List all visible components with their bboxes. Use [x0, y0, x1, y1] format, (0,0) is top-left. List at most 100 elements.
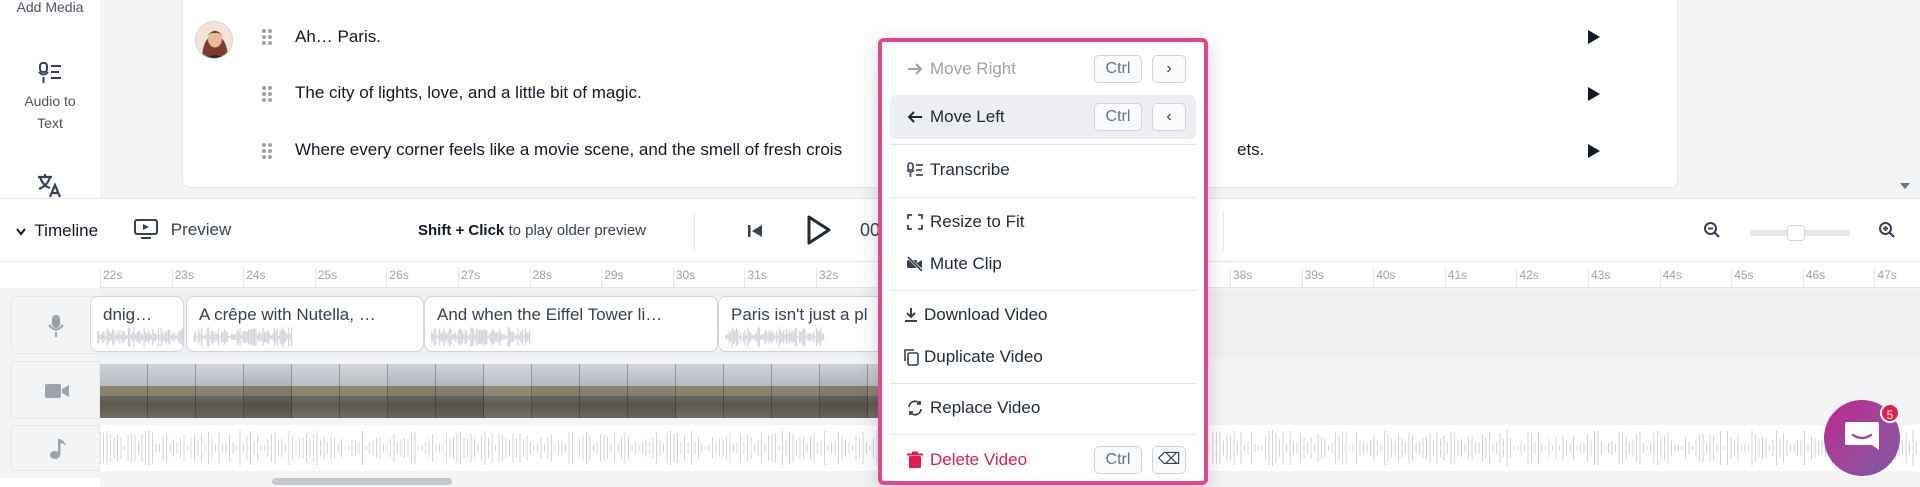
- zoom-slider-handle[interactable]: [1786, 225, 1805, 241]
- waveform: [431, 327, 531, 347]
- zoom-in-icon[interactable]: [1878, 221, 1896, 239]
- video-frame-thumbnail: [484, 364, 532, 418]
- menu-item-move-left[interactable]: Move Left Ctrl ‹: [890, 95, 1196, 139]
- shortcut-key: ›: [1152, 55, 1186, 83]
- waveform: [725, 327, 825, 347]
- subtitle-clip-text: And when the Eiffel Tower li…: [437, 305, 663, 324]
- ruler-tick: 41s: [1444, 268, 1467, 288]
- video-frame-thumbnail: [244, 364, 292, 418]
- play-icon[interactable]: [1587, 143, 1601, 159]
- menu-item-duplicate-video[interactable]: Duplicate Video: [890, 335, 1196, 379]
- mute-icon: [906, 255, 924, 273]
- menu-item-transcribe[interactable]: Transcribe: [890, 148, 1196, 192]
- ruler-tick: 42s: [1516, 268, 1539, 288]
- chevron-down-icon: [16, 228, 26, 236]
- menu-item-move-right[interactable]: Move Right Ctrl ›: [890, 47, 1196, 91]
- drag-handle-icon[interactable]: [261, 142, 273, 160]
- drag-handle-icon[interactable]: [261, 85, 273, 103]
- ruler-tick: 22s: [100, 268, 122, 288]
- subtitle-clip[interactable]: Paris isn't just a pl: [718, 296, 888, 352]
- ruler-tick: 23s: [171, 268, 194, 288]
- trash-icon: [907, 451, 923, 468]
- sidebar-item-translate[interactable]: [0, 172, 100, 198]
- menu-item-label: Replace Video: [930, 398, 1041, 417]
- audio-to-text-icon: [38, 62, 61, 83]
- script-row-text: Ah… Paris.: [295, 27, 381, 46]
- duplicate-icon: [904, 349, 919, 366]
- menu-item-replace-video[interactable]: Replace Video: [890, 386, 1196, 430]
- menu-divider: [890, 434, 1196, 435]
- menu-item-label: Delete Video: [930, 450, 1028, 469]
- preview-icon: [134, 219, 158, 239]
- video-frame-thumbnail: [724, 364, 772, 418]
- menu-item-label: Transcribe: [930, 160, 1010, 179]
- arrow-right-icon: [908, 63, 923, 75]
- video-frame-thumbnail: [388, 364, 436, 418]
- play-pause-icon[interactable]: [806, 215, 832, 245]
- play-icon[interactable]: [1587, 86, 1601, 102]
- arrow-left-icon: [907, 111, 922, 123]
- menu-divider: [890, 383, 1196, 384]
- waveform: [193, 327, 293, 347]
- preview-label: Preview: [170, 220, 232, 239]
- script-row-text: The city of lights, love, and a little b…: [295, 83, 642, 102]
- ruler-tick: 29s: [601, 268, 624, 288]
- preview-hint: Shift + Click to play older preview: [418, 222, 646, 239]
- subtitle-clip-text: Paris isn't just a pl: [731, 305, 868, 324]
- script-row-text-trailing: ets.: [1237, 140, 1265, 159]
- video-frame-thumbnail: [148, 364, 196, 418]
- microphone-icon: [48, 315, 64, 337]
- ruler-tick: 24s: [243, 268, 266, 288]
- scroll-down-icon[interactable]: [1900, 182, 1910, 190]
- editor-page: Add Media Audio to Text Ah… Paris. The c…: [0, 0, 1920, 487]
- video-clip-thumbnails[interactable]: [100, 364, 880, 418]
- menu-divider: [890, 197, 1196, 198]
- music-track-label: [10, 425, 100, 471]
- ruler-tick: 45s: [1731, 268, 1754, 288]
- resize-icon: [907, 214, 923, 230]
- video-track-label: [10, 361, 100, 419]
- drag-handle-icon[interactable]: [261, 28, 273, 46]
- ruler-tick: 26s: [386, 268, 409, 288]
- play-icon[interactable]: [1587, 29, 1601, 45]
- ruler-tick: 43s: [1588, 268, 1610, 288]
- horizontal-scrollbar-thumb[interactable]: [272, 478, 452, 485]
- video-frame-thumbnail: [820, 364, 868, 418]
- menu-item-download-video[interactable]: Download Video: [890, 293, 1196, 337]
- ruler-tick: 32s: [816, 268, 838, 288]
- preview-button[interactable]: Preview: [134, 219, 231, 240]
- ruler-tick: 39s: [1301, 268, 1324, 288]
- timeline-toggle[interactable]: Timeline: [16, 221, 98, 241]
- subtitle-clip[interactable]: dnig…: [90, 296, 184, 352]
- ruler-tick: 44s: [1659, 268, 1682, 288]
- ruler-tick: 47s: [1874, 268, 1897, 288]
- transcribe-icon: [906, 162, 923, 177]
- subtitle-clip[interactable]: A crêpe with Nutella, …: [186, 296, 424, 352]
- video-frame-thumbnail: [676, 364, 724, 418]
- shortcut-ctrl: Ctrl: [1094, 446, 1142, 474]
- download-icon: [905, 308, 917, 322]
- replace-icon: [908, 400, 922, 416]
- zoom-slider[interactable]: [1750, 225, 1850, 241]
- menu-item-resize-to-fit[interactable]: Resize to Fit: [890, 200, 1196, 244]
- ruler-tick: 40s: [1373, 268, 1396, 288]
- menu-item-label: Move Right: [930, 59, 1016, 78]
- video-frame-thumbnail: [100, 364, 148, 418]
- preview-hint-shortcut: Shift + Click: [418, 222, 505, 239]
- sidebar-item-audio-to-text[interactable]: Audio to Text: [0, 60, 100, 134]
- chat-unread-badge: 5: [1880, 403, 1900, 423]
- menu-item-label: Resize to Fit: [930, 212, 1025, 231]
- subtitle-clip[interactable]: And when the Eiffel Tower li…: [424, 296, 718, 352]
- shortcut-ctrl: Ctrl: [1094, 55, 1142, 83]
- menu-item-label: Mute Clip: [930, 254, 1002, 273]
- menu-item-mute-clip[interactable]: Mute Clip: [890, 242, 1196, 286]
- video-frame-thumbnail: [292, 364, 340, 418]
- shortcut-key: ⌫: [1152, 446, 1186, 474]
- skip-back-icon[interactable]: [747, 223, 763, 239]
- menu-item-delete-video[interactable]: Delete Video Ctrl ⌫: [890, 438, 1196, 482]
- timeline-label: Timeline: [34, 221, 99, 240]
- zoom-out-icon[interactable]: [1703, 221, 1721, 239]
- header-divider: [1223, 211, 1224, 251]
- sidebar-item-add-media[interactable]: Add Media: [0, 0, 100, 18]
- ruler-tick: 31s: [744, 268, 767, 288]
